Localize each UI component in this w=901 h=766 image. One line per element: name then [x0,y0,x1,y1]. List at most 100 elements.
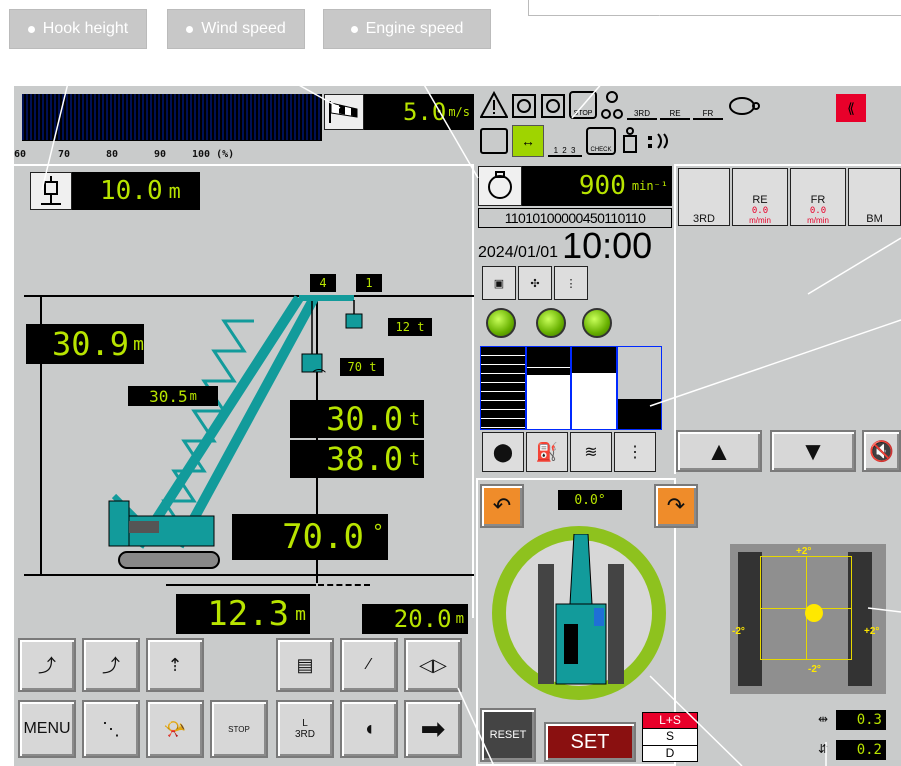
drum-re-icon: RE [660,90,690,120]
boom-up-slow-button[interactable]: ⤴ [82,638,140,692]
drum-fr-status: FR 0.0 m/min [790,168,846,226]
level-left-track [738,552,762,686]
swing-mode-selector[interactable]: L+S S D [642,712,698,762]
windsock-icon [324,94,364,130]
radius-max-dashed [318,584,370,586]
load-scale-labels: 60 70 80 90 100 (%) [14,149,235,160]
load-bar [22,94,322,140]
rated-load-display: 38.0 t [290,440,424,478]
gauge-filter [616,346,662,430]
gauge-hydraulic [480,346,526,430]
engine-oil-icon [512,94,536,118]
scroll-down-button[interactable]: ▼ [770,430,856,472]
gauge-def [571,346,617,430]
engine-speed-display: 900 min⁻¹ [522,166,672,206]
hook-height-display: 10.0 m [72,172,200,210]
scroll-up-button[interactable]: ▲ [676,430,762,472]
boom-badge-1: 4 [310,274,336,292]
drum-re-status: RE 0.0 m/min [732,168,788,226]
overwind-icon [601,91,623,119]
status-led-3 [582,308,612,338]
mode-ls[interactable]: L+S [643,713,697,729]
boom-length-display: 30.5 m [128,386,218,406]
tilt-y-icon: ⇵ [817,742,829,756]
warning-icon-row-2: ↔ 1 2 3 CHECK [480,124,740,158]
status-led-1 [486,308,516,338]
engine-stop-button[interactable]: STOP [210,700,268,758]
hook-height-icon [30,172,72,210]
status-led-2 [536,308,566,338]
boom-badge-2: 1 [356,274,382,292]
actual-load-display: 30.0 t [290,400,424,438]
working-radius-display: 12.3 m [176,594,310,634]
reset-button[interactable]: RESET [480,708,536,762]
alert-triangle-icon [480,91,508,118]
def-icon: ≋ [570,432,612,472]
datetime: 2024/01/01 10:00 [478,225,653,266]
level-plus2-right: +2° [864,626,880,637]
engine-stop-icon: STOP [569,91,597,119]
wind-speed-display: 5.0 m/s [364,94,474,130]
svg-text:⌒: ⌒ [312,369,326,385]
filter-clog-icon: ⋮ [614,432,656,472]
menu-button[interactable]: MENU [18,700,76,758]
drum-3rd-status: 3RD [678,168,730,226]
drum-3rd-icon: 3RD [627,90,657,120]
drum-bm-status: BM [848,168,901,226]
mute-button[interactable]: 🔇 [862,430,901,472]
hydraulic-oil-temp-icon: ▣ [482,266,516,300]
max-radius-display: 20.0 m [362,604,468,634]
engine-speed-icon [478,166,522,206]
next-page-button[interactable]: ➡ [404,700,462,758]
travel-mode-button[interactable]: ◁▷ [404,638,462,692]
radius-arrow [166,584,316,586]
gauge-bars [480,346,662,430]
engine-oil-2-icon [541,94,565,118]
radiator-temp-icon: ✣ [518,266,552,300]
crane-monitor-screen: 60 70 80 90 100 (%) 5.0 m/s STOP 3RD RE F… [14,86,901,766]
oil-level-icon [623,127,637,153]
air-filter-icon: ⋮ [554,266,588,300]
swing-right-button[interactable]: ↷ [654,484,698,528]
outrigger-icon: ↔ [512,125,544,157]
filter-icon [648,133,668,149]
turtle-icon [729,97,760,115]
level-minus2-bottom: -2° [808,664,821,675]
mode-s[interactable]: S [643,728,697,745]
swing-crane-topview [538,534,624,685]
third-drum-lock-button[interactable]: L 3RD [276,700,334,758]
slow-mode-button[interactable]: ◖ [340,700,398,758]
swing-left-button[interactable]: ↶ [480,484,524,528]
boom-up-fast-button[interactable]: ⤴ [18,638,76,692]
main-load-label: 70 t [340,358,384,376]
overwind-cancel-button[interactable]: ∕ [340,638,398,692]
mode-d[interactable]: D [643,744,697,761]
printer-icon [480,128,508,154]
callout-hook-height: Hook height [8,8,148,50]
horn-light-button[interactable]: ⋱ [82,700,140,758]
drum-slow-button[interactable]: ▤ [276,638,334,692]
callout-wind-speed: Wind speed [166,8,306,50]
lift-height-display: 30.9 m [26,324,144,364]
level-minus2-left: -2° [732,626,745,637]
tilt-x-display: 0.3 [836,710,886,730]
callout-top-box [528,0,901,16]
level-plus2-top: +2° [796,546,812,557]
drum-fr-icon: FR [693,90,723,120]
set-button[interactable]: SET [544,722,636,762]
engine-check-icon: CHECK [586,127,616,155]
boom-slow-button[interactable]: ⇡ [146,638,204,692]
tilt-y-display: 0.2 [836,740,886,760]
gauge-fuel [525,346,571,430]
fuel-icon: ⛽ [526,432,568,472]
callout-engine-speed: Engine speed [322,8,492,50]
tilt-x-icon: ⇹ [817,712,829,726]
hoist-mode-icon: 1 2 3 [548,125,582,157]
boom-angle-display: 70.0 ° [232,514,388,560]
level-bubble [805,604,823,622]
warning-icon-row-1: STOP 3RD RE FR [480,88,800,122]
horn-button[interactable]: 📯 [146,700,204,758]
swing-angle-display: 0.0° [558,490,622,510]
warning-red-icon: ⟪ [836,94,866,122]
aux-load-label: 12 t [388,318,432,336]
